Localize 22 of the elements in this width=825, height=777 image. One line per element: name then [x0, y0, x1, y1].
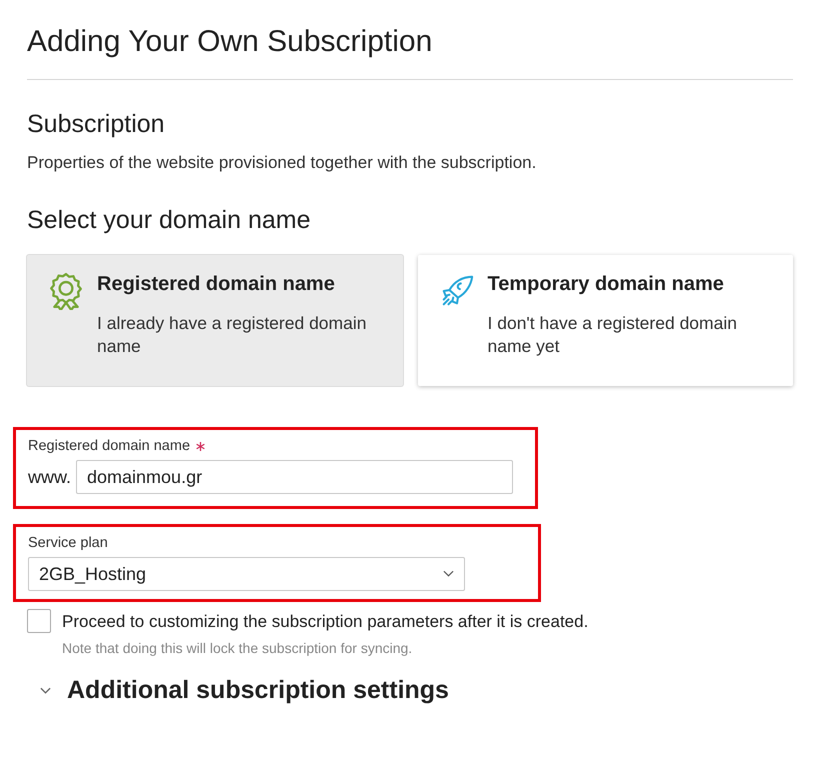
option-description: I already have a registered domain name	[97, 312, 368, 358]
chevron-down-icon[interactable]	[40, 686, 51, 694]
plan-select[interactable]: 2GB_Hosting	[28, 557, 465, 591]
section-description: Properties of the website provisioned together with the subscription.	[27, 153, 538, 173]
domain-input[interactable]: domainmou.gr	[76, 460, 514, 494]
option-title: Temporary domain name	[488, 273, 725, 296]
section-title: Subscription	[27, 110, 166, 139]
option-card[interactable]: Registered domain name I already have a registered domain name	[27, 255, 402, 386]
checkbox[interactable]	[27, 609, 51, 633]
checkbox-label: Proceed to customizing the subscription parameters after it is created.	[62, 612, 588, 632]
field-prefix: www.	[28, 466, 72, 488]
option-description: I don't have a registered domain name yet	[488, 312, 738, 358]
section-title: Select your domain name	[27, 206, 312, 235]
chevron-down-icon	[443, 570, 454, 578]
option-title: Registered domain name	[97, 273, 336, 296]
option-card[interactable]: Temporary domain name I don't have a registered domain name yet	[418, 255, 793, 386]
field-label: Service plan	[28, 535, 108, 551]
field-label: Registered domain name	[28, 438, 190, 454]
page-title: Adding Your Own Subscription	[27, 25, 434, 60]
section-toggle[interactable]: Additional subscription settings	[67, 676, 449, 705]
checkbox-note: Note that doing this will lock the subscription for syncing.	[62, 640, 414, 656]
award-icon	[49, 272, 83, 310]
